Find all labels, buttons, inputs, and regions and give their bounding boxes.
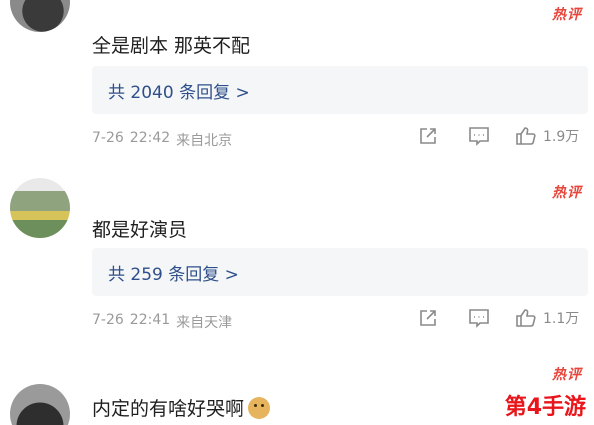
hot-comment-badge: 热评 (552, 367, 582, 383)
comment-item: 热评 都是好演员 共 259 条回复 > 7-26 22:41 来自天津 1.1… (0, 178, 594, 358)
comment-text-content: 内定的有啥好哭啊 (92, 398, 245, 420)
like-button[interactable]: 1.9万 (515, 126, 579, 146)
like-count: 1.1万 (543, 311, 580, 327)
comment-item: 热评 全是剧本 那英不配 共 2040 条回复 > 7-26 22:42 来自北… (0, 0, 594, 172)
view-replies-button[interactable]: 共 2040 条回复 > (92, 66, 588, 114)
thumbs-up-icon (515, 308, 537, 328)
avatar[interactable] (10, 178, 70, 238)
share-button[interactable] (418, 308, 438, 328)
reply-button[interactable] (468, 308, 490, 328)
watermark-logo: 第4手游 (504, 395, 586, 420)
avatar[interactable] (10, 384, 70, 425)
comment-text: 内定的有啥好哭啊 (92, 394, 271, 421)
comment-icon (468, 126, 490, 146)
comment-time: 22:41 (129, 312, 171, 328)
thumbs-up-icon (515, 126, 537, 146)
like-button[interactable]: 1.1万 (515, 308, 579, 328)
hot-comment-badge: 热评 (552, 185, 582, 201)
comment-text: 全是剧本 那英不配 (92, 35, 251, 57)
view-replies-button[interactable]: 共 259 条回复 > (92, 248, 588, 296)
comment-date: 7-26 (92, 130, 124, 146)
like-count: 1.9万 (543, 129, 580, 145)
reply-button[interactable] (468, 126, 490, 146)
comment-location: 来自北京 (176, 133, 233, 149)
share-icon (418, 126, 438, 146)
comment-meta: 7-26 22:42 来自北京 (92, 130, 232, 150)
comment-time: 22:42 (129, 130, 171, 146)
avatar[interactable] (10, 0, 70, 32)
comment-text: 都是好演员 (92, 219, 188, 241)
hot-comment-badge: 热评 (552, 7, 582, 23)
doge-emoji-icon (248, 397, 271, 419)
comment-icon (468, 308, 490, 328)
comment-location: 来自天津 (176, 315, 233, 331)
comment-date: 7-26 (92, 312, 124, 328)
comment-meta: 7-26 22:41 来自天津 (92, 312, 232, 332)
share-icon (418, 308, 438, 328)
share-button[interactable] (418, 126, 438, 146)
